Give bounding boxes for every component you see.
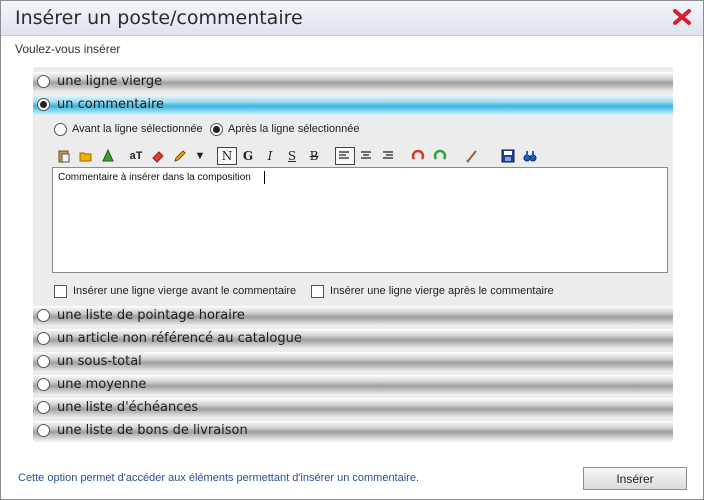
option-label: un sous-total <box>57 354 142 369</box>
save-icon[interactable] <box>499 146 517 166</box>
checkbox-before-box[interactable] <box>54 285 67 298</box>
align-left-icon[interactable] <box>335 147 355 165</box>
option-due-dates-list[interactable]: une liste d'échéances <box>33 398 673 418</box>
pencil-icon[interactable] <box>171 146 189 166</box>
strikethrough-button[interactable]: B <box>305 146 323 166</box>
radio-comment[interactable] <box>37 98 50 111</box>
italic-button[interactable]: I <box>261 146 279 166</box>
option-label: une moyenne <box>57 377 147 392</box>
underline-button[interactable]: S <box>283 146 301 166</box>
radio-before-label: Avant la ligne sélectionnée <box>72 123 203 135</box>
option-blank-line[interactable]: une ligne vierge <box>33 72 673 92</box>
checkbox-after-box[interactable] <box>311 285 324 298</box>
radio-subtotal[interactable] <box>37 355 50 368</box>
redo-icon[interactable] <box>431 146 449 166</box>
dialog-window: Insérer un poste/commentaire Voulez-vous… <box>0 0 704 500</box>
radio-average[interactable] <box>37 378 50 391</box>
option-time-sheet-list[interactable]: une liste de pointage horaire <box>33 306 673 326</box>
normal-style-button[interactable]: N <box>217 147 237 165</box>
comment-editor[interactable]: Commentaire à insérer dans la compositio… <box>52 167 668 273</box>
insert-button[interactable]: Insérer <box>583 467 687 490</box>
dropdown-arrow-icon[interactable]: ▼ <box>191 146 209 166</box>
radio-unlisted-article[interactable] <box>37 332 50 345</box>
binoculars-icon[interactable] <box>521 146 539 166</box>
option-average[interactable]: une moyenne <box>33 375 673 395</box>
radio-after-icon[interactable] <box>210 123 223 136</box>
option-delivery-notes-list[interactable]: une liste de bons de livraison <box>33 421 673 441</box>
option-label: un commentaire <box>57 97 165 112</box>
comment-text[interactable]: Commentaire à insérer dans la compositio… <box>58 172 251 183</box>
font-size-icon[interactable]: aT <box>127 146 145 166</box>
align-center-icon[interactable] <box>357 146 375 166</box>
status-text: Cette option permet d'accéder aux élémen… <box>18 472 420 484</box>
radio-time-sheet-list[interactable] <box>37 309 50 322</box>
format-toolbar: aT ▼ N G I S B <box>53 146 668 166</box>
brush-icon[interactable] <box>463 146 481 166</box>
bold-button[interactable]: G <box>239 146 257 166</box>
radio-before-icon[interactable] <box>54 123 67 136</box>
option-label: une ligne vierge <box>57 74 163 89</box>
checkbox-before-label: Insérer une ligne vierge avant le commen… <box>73 285 297 297</box>
option-label: une liste de pointage horaire <box>57 308 245 323</box>
option-comment[interactable]: un commentaire <box>33 95 673 115</box>
align-right-icon[interactable] <box>379 146 397 166</box>
option-label: une liste de bons de livraison <box>57 423 248 438</box>
radio-blank-line[interactable] <box>37 75 50 88</box>
paste-icon[interactable] <box>55 146 73 166</box>
radio-due-dates-list[interactable] <box>37 401 50 414</box>
open-folder-icon[interactable] <box>77 146 95 166</box>
radio-after-label: Après la ligne sélectionnée <box>228 123 360 135</box>
option-subtotal[interactable]: un sous-total <box>33 352 673 372</box>
text-caret <box>264 171 265 184</box>
radio-delivery-notes-list[interactable] <box>37 424 50 437</box>
title-bar: Insérer un poste/commentaire <box>1 1 703 36</box>
option-unlisted-article[interactable]: un article non référencé au catalogue <box>33 329 673 349</box>
highlight-icon[interactable] <box>149 146 167 166</box>
prompt-label: Voulez-vous insérer <box>15 42 121 56</box>
tree-icon[interactable] <box>99 146 117 166</box>
checkbox-after-label: Insérer une ligne vierge après le commen… <box>330 285 554 297</box>
close-icon[interactable] <box>671 6 693 28</box>
undo-icon[interactable] <box>409 146 427 166</box>
option-label: un article non référencé au catalogue <box>57 331 302 346</box>
option-label: une liste d'échéances <box>57 400 199 415</box>
dialog-title: Insérer un poste/commentaire <box>15 7 303 29</box>
